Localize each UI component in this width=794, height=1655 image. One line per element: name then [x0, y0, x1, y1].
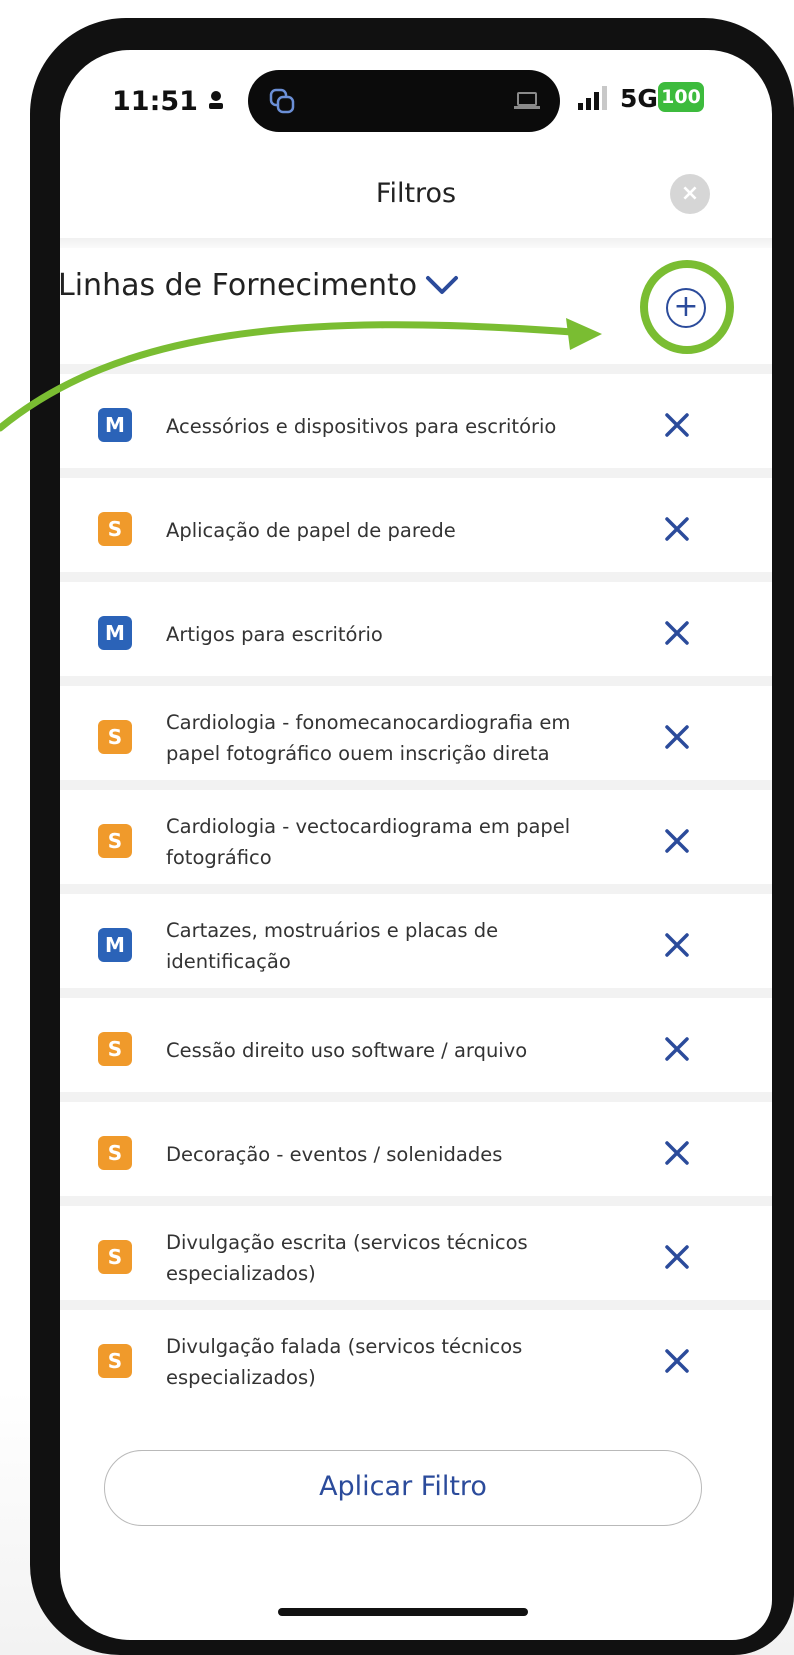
screen: 11:51 5G 100 Filtros × Linhas de Forneci…: [60, 50, 772, 1640]
remove-icon[interactable]: [662, 930, 692, 960]
list-item: S Cessão direito uso software / arquivo: [60, 988, 772, 1092]
list-item-label: Cardiologia - vectocardiograma em papel …: [166, 815, 571, 869]
list-item-label: Cardiologia - fonomecanocardiografia em …: [166, 711, 571, 765]
list-item-label: Divulgação falada (servicos técnicos esp…: [166, 1335, 523, 1389]
overlap-icon: [269, 88, 295, 114]
list-item: M Cartazes, mostruários e placas de ident…: [60, 884, 772, 988]
signal-icon: [578, 86, 607, 110]
list-item-label: Decoração - eventos / solenidades: [166, 1142, 503, 1166]
list-item: S Cardiologia - vectocardiograma em papel…: [60, 780, 772, 884]
remove-icon[interactable]: [662, 1138, 692, 1168]
remove-icon[interactable]: [662, 514, 692, 544]
list-item-label: Cessão direito uso software / arquivo: [166, 1038, 528, 1062]
remove-icon[interactable]: [662, 1034, 692, 1064]
remove-icon[interactable]: [662, 722, 692, 752]
category-badge: S: [98, 1240, 132, 1274]
remove-icon[interactable]: [662, 826, 692, 856]
list-item: M Acessórios e dispositivos para escritór…: [60, 364, 772, 468]
list-item: S Aplicação de papel de parede: [60, 468, 772, 572]
highlight-ring: [640, 260, 734, 354]
category-badge: M: [98, 928, 132, 962]
category-badge: S: [98, 512, 132, 546]
supply-lines-list: M Acessórios e dispositivos para escritór…: [60, 364, 772, 1404]
category-badge: S: [98, 720, 132, 754]
home-indicator: [278, 1608, 528, 1616]
list-item-label: Acessórios e dispositivos para escritóri…: [166, 414, 557, 438]
laptop-icon: [514, 92, 540, 109]
category-badge: M: [98, 616, 132, 650]
list-item: S Cardiologia - fonomecanocardiografia em…: [60, 676, 772, 780]
network-type: 5G: [620, 84, 658, 113]
status-time: 11:51: [112, 86, 198, 117]
category-badge: M: [98, 408, 132, 442]
remove-icon[interactable]: [662, 618, 692, 648]
list-item-label: Artigos para escritório: [166, 622, 383, 646]
page-title: Filtros: [375, 178, 457, 209]
remove-icon[interactable]: [662, 1242, 692, 1272]
dynamic-island: [248, 70, 560, 132]
phone-frame: 11:51 5G 100 Filtros × Linhas de Forneci…: [30, 18, 794, 1655]
section-title[interactable]: Linhas de Fornecimento: [60, 268, 417, 303]
list-item: S Decoração - eventos / solenidades: [60, 1092, 772, 1196]
category-badge: S: [98, 824, 132, 858]
category-badge: S: [98, 1032, 132, 1066]
list-item-label: Cartazes, mostruários e placas de identi…: [166, 919, 499, 973]
battery-indicator: 100: [658, 82, 704, 112]
remove-icon[interactable]: [662, 1346, 692, 1376]
list-item-label: Aplicação de papel de parede: [166, 518, 456, 542]
category-badge: S: [98, 1136, 132, 1170]
list-item: S Divulgação escrita (servicos técnicos e…: [60, 1196, 772, 1300]
list-item: S Divulgação falada (servicos técnicos es…: [60, 1300, 772, 1404]
chevron-down-icon[interactable]: [422, 270, 462, 300]
apply-filter-button[interactable]: Aplicar Filtro: [104, 1450, 702, 1526]
category-badge: S: [98, 1344, 132, 1378]
list-item-label: Divulgação escrita (servicos técnicos es…: [166, 1231, 528, 1285]
person-icon: [209, 91, 223, 109]
close-icon[interactable]: ×: [670, 174, 710, 214]
list-item: M Artigos para escritório: [60, 572, 772, 676]
divider: [60, 238, 772, 248]
remove-icon[interactable]: [662, 410, 692, 440]
